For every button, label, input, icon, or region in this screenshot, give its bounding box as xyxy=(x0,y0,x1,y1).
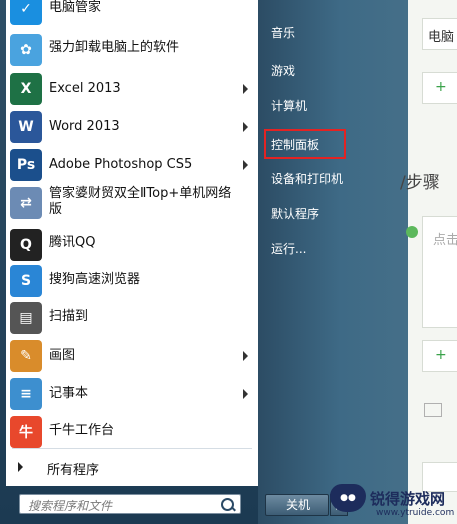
watermark-url: www.ytruide.com xyxy=(376,508,455,518)
program-item[interactable]: Ps Adobe Photoshop CS5 xyxy=(6,146,258,184)
start-menu-right-pane: 音乐 游戏 计算机 控制面板 设备和打印机 默认程序 运行... xyxy=(258,0,408,524)
search-placeholder: 搜索程序和文件 xyxy=(28,499,113,513)
submenu-arrow-icon xyxy=(243,84,248,94)
program-label: 扫描到 xyxy=(49,309,89,324)
program-list: 所有程序 ✓ 电脑管家 ✿ 强力卸载电脑上的软件 X Excel 2013 W Word 20… xyxy=(6,0,259,486)
search-icon[interactable] xyxy=(221,498,234,511)
program-item[interactable]: W Word 2013 xyxy=(6,108,258,146)
arrow-right-icon xyxy=(18,462,23,472)
right-link-4[interactable]: 设备和打印机 xyxy=(271,170,343,187)
bg-add-step-button[interactable]: + xyxy=(422,340,457,372)
gamepad-icon: ●● xyxy=(330,484,366,512)
uninstall-software-icon: ✿ xyxy=(10,34,42,66)
excel-icon: X xyxy=(10,73,42,105)
program-item[interactable]: ≡ 记事本 xyxy=(6,375,258,413)
program-item[interactable]: ✓ 电脑管家 xyxy=(6,0,258,25)
program-item[interactable]: S 搜狗高速浏览器 xyxy=(6,262,258,298)
program-label: 千牛工作台 xyxy=(49,423,115,438)
right-link-5[interactable]: 默认程序 xyxy=(271,205,319,222)
notepad-icon: ≡ xyxy=(10,378,42,410)
start-menu-left-pane: 所有程序 ✓ 电脑管家 ✿ 强力卸载电脑上的软件 X Excel 2013 W Word 20… xyxy=(0,0,259,524)
bg-click-hint: 点击 xyxy=(433,233,457,248)
submenu-arrow-icon xyxy=(243,122,248,132)
program-label: 记事本 xyxy=(49,386,89,401)
bg-add-button[interactable]: + xyxy=(422,72,457,104)
program-label: 强力卸载电脑上的软件 xyxy=(49,40,180,55)
watermark-logo: ●● 锐得游戏网 www.ytruide.com xyxy=(326,478,457,524)
program-item[interactable]: 牛千牛工作台 xyxy=(6,413,258,449)
bg-step-heading: /步骤 xyxy=(400,173,440,193)
image-icon[interactable] xyxy=(424,403,442,417)
program-label: 搜狗高速浏览器 xyxy=(49,272,141,287)
network-icon: ⇄ xyxy=(10,187,42,219)
scanner-icon: ▤ xyxy=(10,302,42,334)
program-item[interactable]: X Excel 2013 xyxy=(6,70,258,108)
word-icon: W xyxy=(10,111,42,143)
all-programs-label: 所有程序 xyxy=(47,463,100,478)
sogou-browser-icon: S xyxy=(10,265,42,297)
paint-icon: ✎ xyxy=(10,340,42,372)
submenu-arrow-icon xyxy=(243,389,248,399)
right-link-1[interactable]: 游戏 xyxy=(271,62,295,79)
program-item[interactable]: ✎ 画图 xyxy=(6,337,258,375)
right-link-0[interactable]: 音乐 xyxy=(271,24,295,41)
program-item[interactable]: ▤ 扫描到 xyxy=(6,299,258,335)
submenu-arrow-icon xyxy=(243,351,248,361)
right-link-6[interactable]: 运行... xyxy=(271,240,306,257)
control-panel-highlight-box xyxy=(264,129,346,159)
plus-icon: + xyxy=(435,347,447,363)
bg-top-field-text: 电脑 xyxy=(428,30,455,45)
bg-top-field[interactable]: 电脑 xyxy=(422,18,457,50)
plus-icon: + xyxy=(435,79,447,95)
watermark-title: 锐得游戏网 xyxy=(370,490,446,508)
all-programs-item[interactable]: 所有程序 xyxy=(6,454,258,480)
program-label: Excel 2013 xyxy=(49,81,121,96)
right-link-2[interactable]: 计算机 xyxy=(271,97,307,114)
program-label: 画图 xyxy=(49,348,76,363)
tencent-pc-manager-icon: ✓ xyxy=(10,0,42,25)
photoshop-icon: Ps xyxy=(10,149,42,181)
qianniu-icon: 牛 xyxy=(10,416,42,448)
program-label: 电脑管家 xyxy=(49,0,102,15)
program-label: Word 2013 xyxy=(49,119,120,134)
submenu-arrow-icon xyxy=(243,160,248,170)
program-label: 腾讯QQ xyxy=(49,235,96,250)
program-label: 管家婆财贸双全ⅡTop+单机网络版 xyxy=(49,186,232,217)
program-label: Adobe Photoshop CS5 xyxy=(49,157,193,172)
qq-penguin-icon: Q xyxy=(10,229,42,261)
bg-text-area[interactable]: 点击 xyxy=(422,216,457,328)
background-page: 电脑 + /步骤 点击 + xyxy=(400,0,457,524)
program-item[interactable]: ✿ 强力卸载电脑上的软件 xyxy=(6,31,258,66)
program-item[interactable]: ⇄ 管家婆财贸双全ⅡTop+单机网络版 xyxy=(6,184,258,224)
shutdown-button[interactable]: 关机 xyxy=(265,494,329,516)
bg-step-dot xyxy=(406,226,418,238)
program-item[interactable]: Q 腾讯QQ xyxy=(6,226,258,261)
search-input[interactable]: 搜索程序和文件 xyxy=(19,494,241,514)
